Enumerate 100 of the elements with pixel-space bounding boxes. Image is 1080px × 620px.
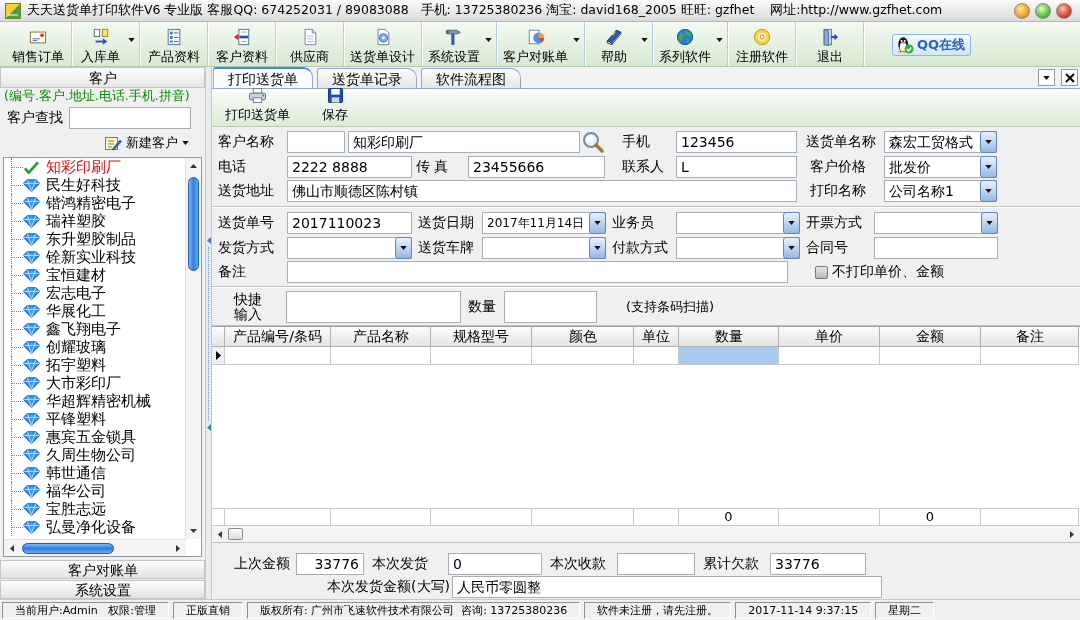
tab[interactable]: 软件流程图 [421, 68, 521, 88]
dropdown-field[interactable]: 森宏工贸格式 [884, 131, 997, 154]
text-field[interactable]: 33776 [770, 552, 866, 575]
scrollbar-thumb[interactable] [22, 542, 114, 554]
dropdown-field[interactable] [287, 236, 412, 259]
toolbar-button[interactable]: 注册软件 [728, 22, 796, 66]
dropdown-field[interactable]: 公司名称1 [884, 180, 997, 203]
text-field[interactable]: 2222 8888 [287, 155, 412, 178]
dropdown-button[interactable] [981, 212, 998, 235]
text-field[interactable]: 0 [448, 552, 542, 575]
toolbar-button[interactable]: 客户对账单 [497, 22, 585, 66]
dropdown-button[interactable] [589, 236, 606, 259]
toolbar-button[interactable]: 入库单 [72, 22, 140, 66]
text-field[interactable]: 知彩印刷厂 [348, 131, 580, 154]
checkbox[interactable] [815, 265, 828, 279]
dropdown-button[interactable] [783, 236, 800, 259]
column-header[interactable]: 颜色 [532, 327, 634, 347]
tree-item[interactable]: 铨新实业科技 [4, 248, 136, 266]
tree-item[interactable]: 宝恒建材 [4, 266, 106, 284]
table-cell[interactable] [331, 347, 431, 365]
table-cell[interactable] [431, 347, 532, 365]
vertical-scrollbar[interactable] [185, 158, 201, 539]
column-header[interactable]: 规格型号 [431, 327, 532, 347]
toolbar-button[interactable]: 退出 [796, 22, 864, 66]
tree-item[interactable]: 华展化工 [4, 302, 106, 320]
column-header[interactable]: 金额 [880, 327, 981, 347]
tab[interactable]: 送货单记录 [317, 68, 417, 88]
tree-item[interactable]: 弘曼净化设备 [4, 518, 136, 536]
tree-item[interactable]: 宏志电子 [4, 284, 106, 302]
table-cell[interactable] [880, 347, 981, 365]
dropdown-field[interactable]: 批发价 [884, 155, 997, 178]
tree-item[interactable]: 平锋塑料 [4, 410, 106, 428]
tree-item[interactable]: 创耀玻璃 [4, 338, 106, 356]
text-field[interactable] [617, 552, 695, 575]
toolbar-button[interactable]: 客户资料 [208, 22, 276, 66]
dropdown-button[interactable] [783, 212, 800, 235]
column-header[interactable]: 数量 [679, 327, 779, 347]
column-header[interactable]: 单位 [634, 327, 679, 347]
text-field[interactable]: 123456 [676, 131, 797, 154]
tree-item[interactable]: 惠宾五金锁具 [4, 428, 136, 446]
text-field[interactable] [286, 291, 461, 323]
dropdown-field[interactable] [676, 236, 800, 259]
table-cell[interactable] [225, 347, 331, 365]
qq-online-button[interactable]: QQ在线 [892, 34, 972, 56]
text-field[interactable] [287, 261, 788, 284]
tree-item[interactable]: 久周生物公司 [4, 446, 136, 464]
tree-item[interactable]: 宝胜志远 [4, 500, 106, 518]
horizontal-scrollbar[interactable] [4, 539, 186, 556]
column-header[interactable]: 产品名称 [331, 327, 431, 347]
toolbar-button[interactable]: 送货单设计 [344, 22, 422, 66]
tree-item[interactable]: 锴鸿精密电子 [4, 194, 136, 212]
table-cell[interactable] [679, 347, 779, 365]
new-customer-button[interactable]: 新建客户 [102, 133, 191, 152]
toolbar-button[interactable]: 产品资料 [140, 22, 208, 66]
text-field[interactable]: 2017110023 [287, 212, 412, 235]
tree-item[interactable]: 东升塑胶制品 [4, 230, 136, 248]
column-header[interactable]: 产品编号/条码 [225, 327, 331, 347]
dropdown-button[interactable] [980, 180, 997, 203]
column-header[interactable]: 备注 [981, 327, 1079, 347]
column-header[interactable]: 单价 [779, 327, 880, 347]
dropdown-field[interactable] [482, 236, 606, 259]
toolbar-button[interactable]: 供应商 [276, 22, 344, 66]
table-cell[interactable] [532, 347, 634, 365]
scrollbar-thumb[interactable] [188, 177, 199, 271]
toolbar-button[interactable]: 帮助 [585, 22, 653, 66]
dropdown-field[interactable] [676, 212, 800, 235]
toolbar-button[interactable]: 保存 [319, 88, 351, 126]
panel-button[interactable]: 客户对账单 [0, 560, 205, 579]
horizontal-scrollbar[interactable] [212, 525, 1080, 542]
tree-item[interactable]: 韩世通信 [4, 464, 106, 482]
search-icon[interactable] [582, 131, 604, 154]
dropdown-field[interactable] [874, 212, 998, 235]
text-field[interactable] [287, 131, 345, 154]
text-field[interactable] [874, 236, 998, 259]
dropdown-button[interactable] [980, 155, 997, 178]
maximize-button[interactable] [1035, 2, 1051, 19]
dropdown-button[interactable] [980, 131, 997, 154]
tree-item[interactable]: 福华公司 [4, 482, 106, 500]
text-field[interactable]: 佛山市顺德区陈村镇 [287, 180, 797, 203]
tree-item[interactable]: 知彩印刷厂 [4, 158, 141, 176]
tab-list-button[interactable] [1038, 69, 1055, 86]
text-field[interactable]: 33776 [296, 552, 364, 575]
table-cell[interactable] [981, 347, 1079, 365]
toolbar-button[interactable]: 系统设置 [422, 22, 497, 66]
minimize-button[interactable] [1014, 2, 1030, 19]
close-tab-button[interactable] [1061, 69, 1078, 86]
panel-button[interactable]: 系统设置 [0, 580, 205, 599]
row-header-cell[interactable] [212, 347, 225, 365]
dropdown-button[interactable] [395, 236, 412, 259]
tree-item[interactable]: 鑫飞翔电子 [4, 320, 121, 338]
dropdown-button[interactable] [589, 212, 606, 235]
dropdown-field[interactable]: 2017年11月14日 [482, 212, 606, 235]
tree-item[interactable]: 大市彩印厂 [4, 374, 121, 392]
text-field[interactable]: L [676, 155, 797, 178]
tree-item[interactable]: 瑞祥塑胶 [4, 212, 106, 230]
tree-item[interactable]: 拓宇塑料 [4, 356, 106, 374]
tree-item[interactable]: 华超辉精密机械 [4, 392, 151, 410]
search-field[interactable] [69, 106, 191, 129]
tab[interactable]: 打印送货单 [213, 67, 313, 88]
text-field[interactable] [504, 291, 597, 323]
